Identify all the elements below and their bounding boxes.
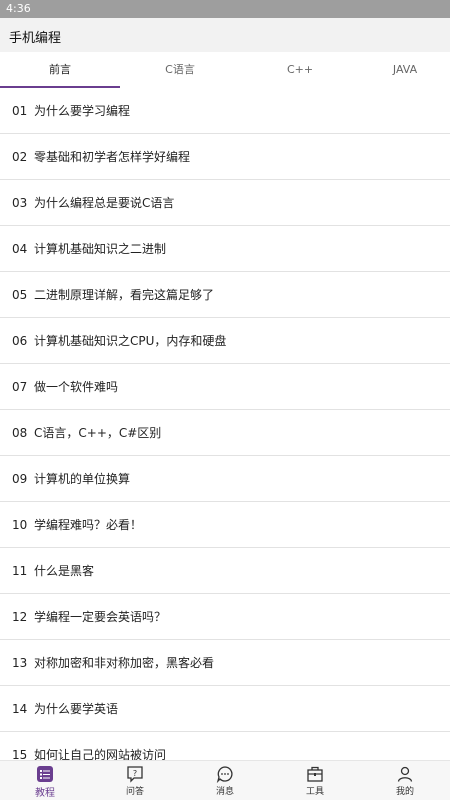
item-number: 13: [12, 655, 28, 670]
item-title: 计算机基础知识之CPU，内存和硬盘: [34, 334, 227, 348]
list-item[interactable]: 08 C语言，C++，C#区别: [0, 410, 450, 456]
list-item[interactable]: 05 二进制原理详解，看完这篇足够了: [0, 272, 450, 318]
person-icon: [397, 766, 413, 782]
nav-mine[interactable]: 我的: [360, 761, 450, 800]
item-number: 14: [12, 701, 28, 716]
list-item[interactable]: 09 计算机的单位换算: [0, 456, 450, 502]
item-title: 为什么编程总是要说C语言: [34, 196, 175, 210]
list-item[interactable]: 07 做一个软件难吗: [0, 364, 450, 410]
item-number: 06: [12, 333, 28, 348]
list-item[interactable]: 03 为什么编程总是要说C语言: [0, 180, 450, 226]
item-number: 05: [12, 287, 28, 302]
tab-bar: 前言 C语言 C++ JAVA: [0, 52, 450, 88]
chat-icon: [216, 766, 233, 783]
list-item[interactable]: 13 对称加密和非对称加密，黑客必看: [0, 640, 450, 686]
item-number: 15: [12, 747, 28, 761]
item-number: 03: [12, 195, 28, 210]
list-icon: [37, 766, 53, 782]
nav-label: 我的: [395, 787, 414, 797]
nav-label: 消息: [215, 787, 234, 797]
question-icon: ?: [127, 766, 143, 783]
item-title: 做一个软件难吗: [34, 380, 119, 394]
item-number: 01: [12, 103, 28, 118]
item-number: 10: [12, 517, 28, 532]
list-item[interactable]: 04 计算机基础知识之二进制: [0, 226, 450, 272]
nav-questions[interactable]: ? 问答: [90, 761, 180, 800]
item-number: 04: [12, 241, 28, 256]
item-title: 为什么要学英语: [34, 702, 119, 716]
item-number: 09: [12, 471, 28, 486]
tab-java[interactable]: JAVA: [360, 52, 450, 88]
list-item[interactable]: 01 为什么要学习编程: [0, 88, 450, 134]
list-item[interactable]: 11 什么是黑客: [0, 548, 450, 594]
nav-label: 问答: [125, 787, 144, 797]
app-bar: 手机编程: [0, 18, 450, 52]
nav-tutorial[interactable]: 教程: [0, 761, 90, 800]
item-number: 08: [12, 425, 28, 440]
item-title: C语言，C++，C#区别: [34, 426, 162, 440]
article-list: 01 为什么要学习编程 02 零基础和初学者怎样学好编程 03 为什么编程总是要说C语…: [0, 88, 450, 760]
tab-cpp[interactable]: C++: [240, 52, 360, 88]
app-title: 手机编程: [9, 31, 62, 46]
item-number: 02: [12, 149, 28, 164]
item-title: 什么是黑客: [34, 564, 95, 578]
item-title: 二进制原理详解，看完这篇足够了: [34, 288, 215, 302]
item-title: 学编程一定要会英语吗？: [34, 610, 167, 624]
nav-messages[interactable]: 消息: [180, 761, 270, 800]
item-title: 计算机的单位换算: [34, 472, 131, 486]
nav-label: 工具: [305, 787, 324, 797]
item-number: 11: [12, 563, 28, 578]
list-item[interactable]: 10 学编程难吗？必看！: [0, 502, 450, 548]
bottom-nav: 教程 ? 问答 消息 工具 我的: [0, 760, 450, 800]
item-title: 如何让自己的网站被访问: [34, 748, 167, 760]
list-item[interactable]: 02 零基础和初学者怎样学好编程: [0, 134, 450, 180]
svg-text:?: ?: [133, 769, 137, 778]
status-bar: 4:36: [0, 0, 450, 18]
tab-c-language[interactable]: C语言: [120, 52, 240, 88]
list-item[interactable]: 12 学编程一定要会英语吗？: [0, 594, 450, 640]
status-time: 4:36: [6, 2, 31, 15]
nav-tools[interactable]: 工具: [270, 761, 360, 800]
item-title: 学编程难吗？必看！: [34, 518, 143, 532]
item-title: 零基础和初学者怎样学好编程: [34, 150, 191, 164]
item-title: 对称加密和非对称加密，黑客必看: [34, 656, 215, 670]
item-number: 07: [12, 379, 28, 394]
nav-label: 教程: [35, 788, 55, 799]
list-item[interactable]: 14 为什么要学英语: [0, 686, 450, 732]
tab-preface[interactable]: 前言: [0, 52, 120, 88]
item-title: 计算机基础知识之二进制: [34, 242, 167, 256]
toolbox-icon: [307, 766, 323, 782]
list-item[interactable]: 06 计算机基础知识之CPU，内存和硬盘: [0, 318, 450, 364]
item-title: 为什么要学习编程: [34, 104, 131, 118]
item-number: 12: [12, 609, 28, 624]
list-item[interactable]: 15 如何让自己的网站被访问: [0, 732, 450, 761]
